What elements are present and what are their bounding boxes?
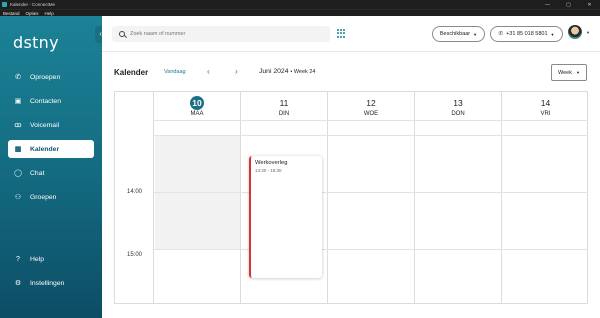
day-header[interactable]: 13 DON	[415, 92, 501, 120]
sidebar-item-voicemail[interactable]: ꝏ Voicemail	[8, 116, 94, 134]
window-titlebar: Kalender - ConnectMe — ▢ ✕	[0, 0, 600, 9]
close-window-button[interactable]: ✕	[579, 2, 600, 8]
phone-icon: ✆	[498, 31, 504, 37]
day-column-don[interactable]: 13 DON	[415, 92, 502, 303]
sidebar-item-label: Help	[30, 255, 44, 263]
chat-icon: ◯	[14, 170, 22, 177]
menu-opties[interactable]: Opties	[26, 11, 39, 16]
grid-line	[154, 120, 588, 121]
chevron-down-icon: ▼	[550, 31, 555, 37]
event-time: 13:30 - 15:30	[255, 168, 282, 173]
phone-number: +31 85 018 5801	[506, 31, 548, 37]
sidebar-item-instellingen[interactable]: ⚙ Instellingen	[8, 274, 94, 292]
today-button[interactable]: Vandaag	[164, 69, 186, 75]
sidebar-item-help[interactable]: ? Help	[8, 250, 94, 268]
sidebar-item-chat[interactable]: ◯ Chat	[8, 164, 94, 182]
day-column-woe[interactable]: 12 WOE	[328, 92, 415, 303]
availability-label: Beschikbaar	[439, 31, 471, 37]
day-column-vri[interactable]: 14 VRI	[502, 92, 589, 303]
day-header[interactable]: 11 DIN	[241, 92, 327, 120]
calendar-icon: ▦	[14, 146, 22, 153]
week-label: • Week 24	[290, 69, 316, 75]
avatar[interactable]	[568, 25, 582, 39]
date-range: Juni 2024 • Week 24	[259, 68, 315, 75]
maximize-button[interactable]: ▢	[558, 2, 579, 8]
sidebar-item-label: Instellingen	[30, 279, 65, 287]
menu-bestand[interactable]: Bestand	[3, 11, 20, 16]
sidebar-item-groepen[interactable]: ⚇ Groepen	[8, 188, 94, 206]
menu-bar: Bestand Opties Help	[0, 9, 600, 16]
view-select[interactable]: Week ▼	[551, 64, 587, 81]
day-number: 14	[540, 97, 551, 108]
settings-icon: ⚙	[14, 280, 22, 287]
menu-help[interactable]: Help	[45, 11, 54, 16]
grid-line	[154, 192, 588, 193]
availability-dropdown[interactable]: Beschikbaar ▼	[432, 26, 485, 42]
day-name: DON	[451, 110, 465, 117]
window-title: Kalender - ConnectMe	[10, 2, 56, 7]
groups-icon: ⚇	[14, 194, 22, 201]
day-number: 13	[453, 97, 463, 108]
next-week-button[interactable]: ›	[235, 67, 238, 76]
chevron-down-icon: ▼	[576, 70, 580, 75]
sidebar-item-label: Contacten	[30, 97, 61, 105]
app-icon	[2, 2, 7, 7]
day-header[interactable]: 12 WOE	[328, 92, 414, 120]
dstny-logo: dstny	[13, 33, 59, 52]
sidebar-item-label: Oproepen	[30, 73, 61, 81]
sidebar-item-label: Groepen	[30, 193, 57, 201]
chevron-down-icon[interactable]: ▼	[586, 30, 590, 35]
help-icon: ?	[16, 255, 20, 263]
previous-week-button[interactable]: ‹	[207, 67, 210, 76]
event-title: Werkoverleg	[255, 160, 288, 166]
calendar-grid: 10 MAA 11 DIN 12 WOE 13 DON 14 VRI 14:00…	[114, 91, 588, 304]
day-number: 11	[279, 97, 289, 108]
day-column-maa[interactable]: 10 MAA	[154, 92, 241, 303]
day-number: 12	[366, 97, 376, 108]
sidebar-item-oproepen[interactable]: ✆ Oproepen	[8, 68, 94, 86]
search-input[interactable]	[130, 31, 310, 37]
page-title: Kalender	[114, 68, 149, 77]
phone-icon: ✆	[15, 74, 21, 81]
minimize-button[interactable]: —	[537, 2, 558, 8]
time-column	[115, 92, 154, 303]
chevron-left-icon: ‹	[207, 67, 210, 76]
sidebar-item-label: Kalender	[30, 145, 60, 153]
sidebar-item-label: Chat	[30, 169, 45, 177]
calendar-event[interactable]: Werkoverleg 13:30 - 15:30	[249, 156, 322, 278]
sidebar-item-label: Voicemail	[30, 121, 60, 129]
voicemail-icon: ꝏ	[14, 122, 22, 129]
day-number: 10	[190, 95, 204, 110]
dialpad-icon[interactable]	[337, 29, 346, 38]
day-name: VRI	[540, 110, 551, 117]
day-name: DIN	[278, 110, 290, 117]
search-box[interactable]	[112, 26, 330, 42]
day-name: WOE	[363, 110, 379, 117]
window-controls: — ▢ ✕	[537, 2, 600, 8]
view-label: Week	[558, 69, 572, 76]
chevron-down-icon: ▼	[473, 31, 478, 37]
phone-line-dropdown[interactable]: ✆ +31 85 018 5801 ▼	[490, 26, 563, 42]
top-bar: Beschikbaar ▼ ✆ +31 85 018 5801 ▼ ▼	[102, 16, 600, 52]
day-name: MAA	[190, 110, 204, 117]
chevron-right-icon: ›	[235, 67, 238, 76]
time-label: 15:00	[127, 252, 143, 258]
day-header[interactable]: 10 MAA	[154, 92, 240, 120]
grid-line	[154, 249, 588, 250]
month-label: Juni 2024	[259, 68, 289, 75]
sidebar-item-kalender[interactable]: ▦ Kalender	[8, 140, 94, 158]
search-icon	[119, 31, 125, 37]
grid-line	[154, 135, 588, 136]
contacts-icon: ▣	[14, 98, 22, 105]
sidebar-item-contacten[interactable]: ▣ Contacten	[8, 92, 94, 110]
time-label: 14:00	[127, 189, 143, 195]
day-header[interactable]: 14 VRI	[502, 92, 589, 120]
sidebar: dstny ‹ ✆ Oproepen ▣ Contacten ꝏ Voicema…	[0, 16, 106, 318]
